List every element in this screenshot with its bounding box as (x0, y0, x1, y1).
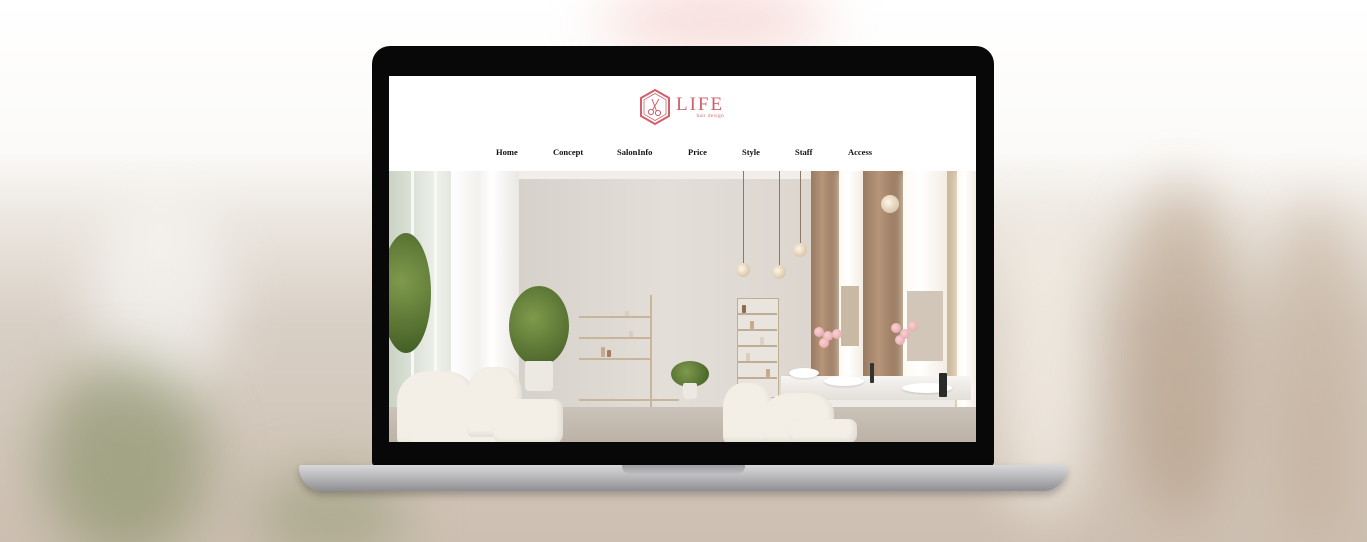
hero-salon-image (389, 171, 976, 442)
nav-item-access[interactable]: Access (848, 147, 872, 157)
nav-item-saloninfo[interactable]: SalonInfo (617, 147, 652, 157)
main-nav: Home Concept SalonInfo Price Style Staff… (389, 147, 976, 159)
nav-item-staff[interactable]: Staff (795, 147, 812, 157)
nav-item-style[interactable]: Style (742, 147, 760, 157)
site-logo[interactable]: LIFE hair design (638, 88, 724, 126)
scissors-hexagon-icon (640, 88, 670, 126)
laptop-screen: LIFE hair design Home Concept SalonInfo … (389, 76, 976, 442)
brand-name: LIFE (676, 94, 725, 115)
laptop-notch (622, 465, 745, 474)
nav-item-price[interactable]: Price (688, 147, 707, 157)
nav-item-home[interactable]: Home (496, 147, 518, 157)
nav-item-concept[interactable]: Concept (553, 147, 583, 157)
